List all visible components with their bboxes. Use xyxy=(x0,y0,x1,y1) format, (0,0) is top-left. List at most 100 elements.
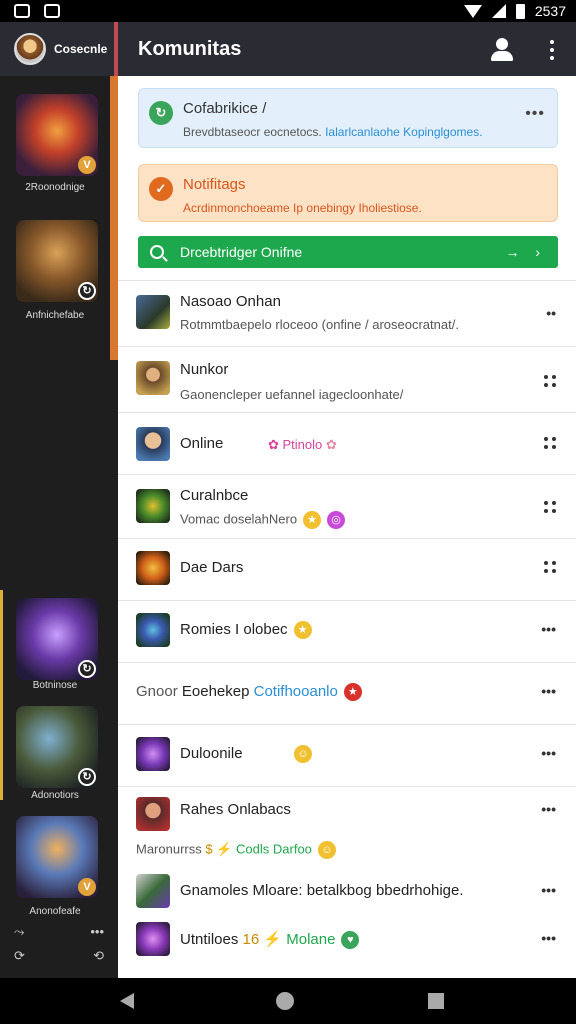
tile-badge: ↻ xyxy=(78,768,96,786)
item-thumbnail xyxy=(136,489,170,523)
list-item[interactable]: Gnoor Eoehekep Cotifhooanlo ★ ••• xyxy=(118,662,576,724)
recents-icon[interactable] xyxy=(428,993,444,1009)
item-title: Nasoao Onhan xyxy=(180,293,281,310)
sidebar-profile[interactable]: Cosecnle xyxy=(0,22,118,76)
item-thumbnail xyxy=(136,874,170,908)
search-icon xyxy=(150,245,164,259)
system-nav-bar xyxy=(0,978,576,1024)
list-item[interactable]: Romies I olobec ★ ••• xyxy=(118,600,576,662)
search-bar[interactable]: Drcebtridger Onifne → › xyxy=(138,236,558,268)
game-tile[interactable]: ↻ xyxy=(16,220,98,302)
games-sidebar: Cosecnle V 2Roonodnige ↻ Anfnichefabe ↻ … xyxy=(0,22,118,978)
list-item[interactable]: Duloonile ☺ ••• xyxy=(118,724,576,786)
list-item[interactable]: Rahes Onlabacs Maronurrss $ ⚡ Codls Darf… xyxy=(118,786,576,866)
game-tile[interactable]: V xyxy=(16,94,98,176)
list-item[interactable]: Dae Dars xyxy=(118,538,576,600)
search-go-icon[interactable]: → › xyxy=(505,244,546,260)
search-label: Drcebtridger Onifne xyxy=(180,244,303,260)
tile-badge: V xyxy=(78,878,96,896)
drag-handle-icon[interactable] xyxy=(544,561,556,573)
item-more-icon[interactable]: ••• xyxy=(541,801,556,817)
item-title: Nunkor xyxy=(180,361,229,378)
sidebar-footer-top: ⤳ ••• xyxy=(14,924,104,940)
item-thumbnail xyxy=(136,551,170,585)
wifi-icon xyxy=(463,4,482,18)
item-title: Dae Dars xyxy=(180,559,244,576)
sync-icon[interactable]: ⟲ xyxy=(93,948,104,964)
item-thumbnail xyxy=(136,922,170,956)
overflow-menu-icon[interactable] xyxy=(550,40,554,60)
info-card-icon: ↻ xyxy=(149,101,173,125)
clock: 2537 xyxy=(534,3,566,19)
avatar[interactable] xyxy=(14,33,46,65)
item-thumbnail xyxy=(136,613,170,647)
list-item[interactable]: Nasoao Onhan Rotmmtbaepelo rloceoo (onfi… xyxy=(118,280,576,346)
item-title: Romies I olobec ★ xyxy=(180,621,312,640)
info-card-body: Brevdbtaseocr eocnetocs. Ialarlcanlaohe … xyxy=(183,125,483,139)
item-title: Utntiloes 16 ⚡ Molane ♥ xyxy=(180,930,360,950)
game-tile-caption: Adonotiors xyxy=(31,790,79,801)
item-title: Gnamoles Mloare: betalkbog bbedrhohige. xyxy=(180,882,464,899)
item-more-icon[interactable]: ••• xyxy=(541,621,556,637)
back-icon[interactable] xyxy=(120,993,134,1009)
status-bar: 2537 xyxy=(0,0,576,22)
home-icon[interactable] xyxy=(276,992,294,1010)
item-tag: ✿ Ptinolo ✿ xyxy=(268,437,337,452)
info-card[interactable]: ↻ Cofabrikice / Brevdbtaseocr eocnetocs.… xyxy=(138,88,558,148)
item-subtitle: Maronurrss $ ⚡ Codls Darfoo ☺ xyxy=(136,841,336,859)
drag-handle-icon[interactable] xyxy=(544,375,556,387)
item-more-icon[interactable]: ••• xyxy=(541,882,556,898)
info-card-title: Cofabrikice / xyxy=(183,100,267,117)
drag-handle-icon[interactable] xyxy=(544,501,556,513)
item-title: Duloonile xyxy=(180,745,243,762)
item-title: Online xyxy=(180,435,224,452)
item-thumbnail xyxy=(136,361,170,395)
battery-icon xyxy=(515,3,525,19)
info-card-more-icon[interactable]: ••• xyxy=(525,105,545,123)
community-content: ↻ Cofabrikice / Brevdbtaseocr eocnetocs.… xyxy=(118,76,576,978)
item-title: Rahes Onlabacs xyxy=(180,801,291,818)
item-subtitle: Vomac doselahNero ★ ◎ xyxy=(180,511,346,529)
notification-chat-icon xyxy=(44,4,60,18)
list-item[interactable]: Online ✿ Ptinolo ✿ xyxy=(118,412,576,474)
sidebar-accent-bar-lower xyxy=(0,590,3,800)
more-icon[interactable]: ••• xyxy=(90,924,104,940)
emoji-icon: ☺ xyxy=(294,745,312,763)
sidebar-username: Cosecnle xyxy=(54,42,108,56)
list-item[interactable]: Utntiloes 16 ⚡ Molane ♥ ••• xyxy=(118,916,576,966)
sidebar-footer-bottom: ⟳ ⟲ xyxy=(14,948,104,964)
cellular-icon xyxy=(491,4,506,18)
item-title: Curalnbce xyxy=(180,487,249,504)
info-card-link[interactable]: Ialarlcanlaohe Kopinglgomes. xyxy=(325,125,482,139)
notification-card[interactable]: ✓ Notifitags Acrdinmonchoeame Ip onebing… xyxy=(138,164,558,222)
game-tile-caption: Anfnichefabe xyxy=(25,310,85,321)
sidebar-accent-bar xyxy=(110,76,118,360)
notification-app-icon xyxy=(14,4,30,18)
item-more-icon[interactable]: ••• xyxy=(541,745,556,761)
item-thumbnail xyxy=(136,295,170,329)
refresh-icon[interactable]: ⟳ xyxy=(14,948,25,964)
item-thumbnail xyxy=(136,737,170,771)
item-title: Gnoor Eoehekep Cotifhooanlo ★ xyxy=(136,683,362,702)
game-tile[interactable]: ↻ xyxy=(16,706,98,788)
game-tile[interactable]: V xyxy=(16,816,98,898)
item-subtitle: Rotmmtbaepelo rloceoo (onfine / aroseocr… xyxy=(180,317,459,332)
tile-badge: ↻ xyxy=(78,282,96,300)
profile-icon[interactable] xyxy=(490,38,514,62)
game-tile-caption: Botninose xyxy=(32,680,78,691)
notification-card-body: Acrdinmonchoeame Ip onebingy Iholiestios… xyxy=(183,201,422,215)
game-tile-caption: Anonofeafe xyxy=(29,906,81,917)
item-more-icon[interactable]: •• xyxy=(546,305,556,321)
list-item[interactable]: Curalnbce Vomac doselahNero ★ ◎ xyxy=(118,474,576,538)
item-subtitle: Gaonencleper uefannel iagecloonhate/ xyxy=(180,387,404,402)
list-item[interactable]: Nunkor Gaonencleper uefannel iagecloonha… xyxy=(118,346,576,412)
page-title: Komunitas xyxy=(138,37,242,60)
item-more-icon[interactable]: ••• xyxy=(541,683,556,699)
notification-card-title: Notifitags xyxy=(183,176,246,193)
game-tile[interactable]: ↻ xyxy=(16,598,98,680)
list-item[interactable]: Gnamoles Mloare: betalkbog bbedrhohige. … xyxy=(118,866,576,916)
shuffle-icon[interactable]: ⤳ xyxy=(14,924,24,940)
drag-handle-icon[interactable] xyxy=(544,437,556,449)
tile-badge: V xyxy=(78,156,96,174)
item-more-icon[interactable]: ••• xyxy=(541,930,556,946)
